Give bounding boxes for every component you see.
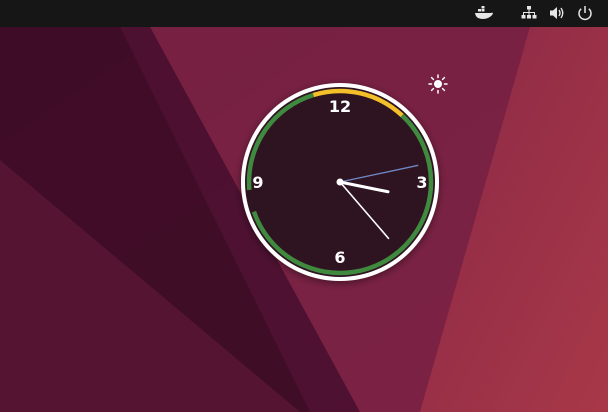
power-icon[interactable] [576, 4, 594, 22]
numeral-3: 3 [416, 173, 427, 192]
numeral-9: 9 [252, 173, 263, 192]
clock-center-pin [336, 178, 344, 186]
numeral-12: 12 [329, 97, 351, 116]
top-bar [0, 0, 608, 27]
volume-icon[interactable] [548, 4, 566, 22]
sun-icon[interactable] [428, 74, 448, 94]
docker-whale-icon[interactable] [474, 4, 494, 22]
network-icon[interactable] [520, 4, 538, 22]
clock-face-group[interactable]: 12 3 6 9 [241, 83, 439, 281]
numeral-6: 6 [334, 248, 345, 267]
